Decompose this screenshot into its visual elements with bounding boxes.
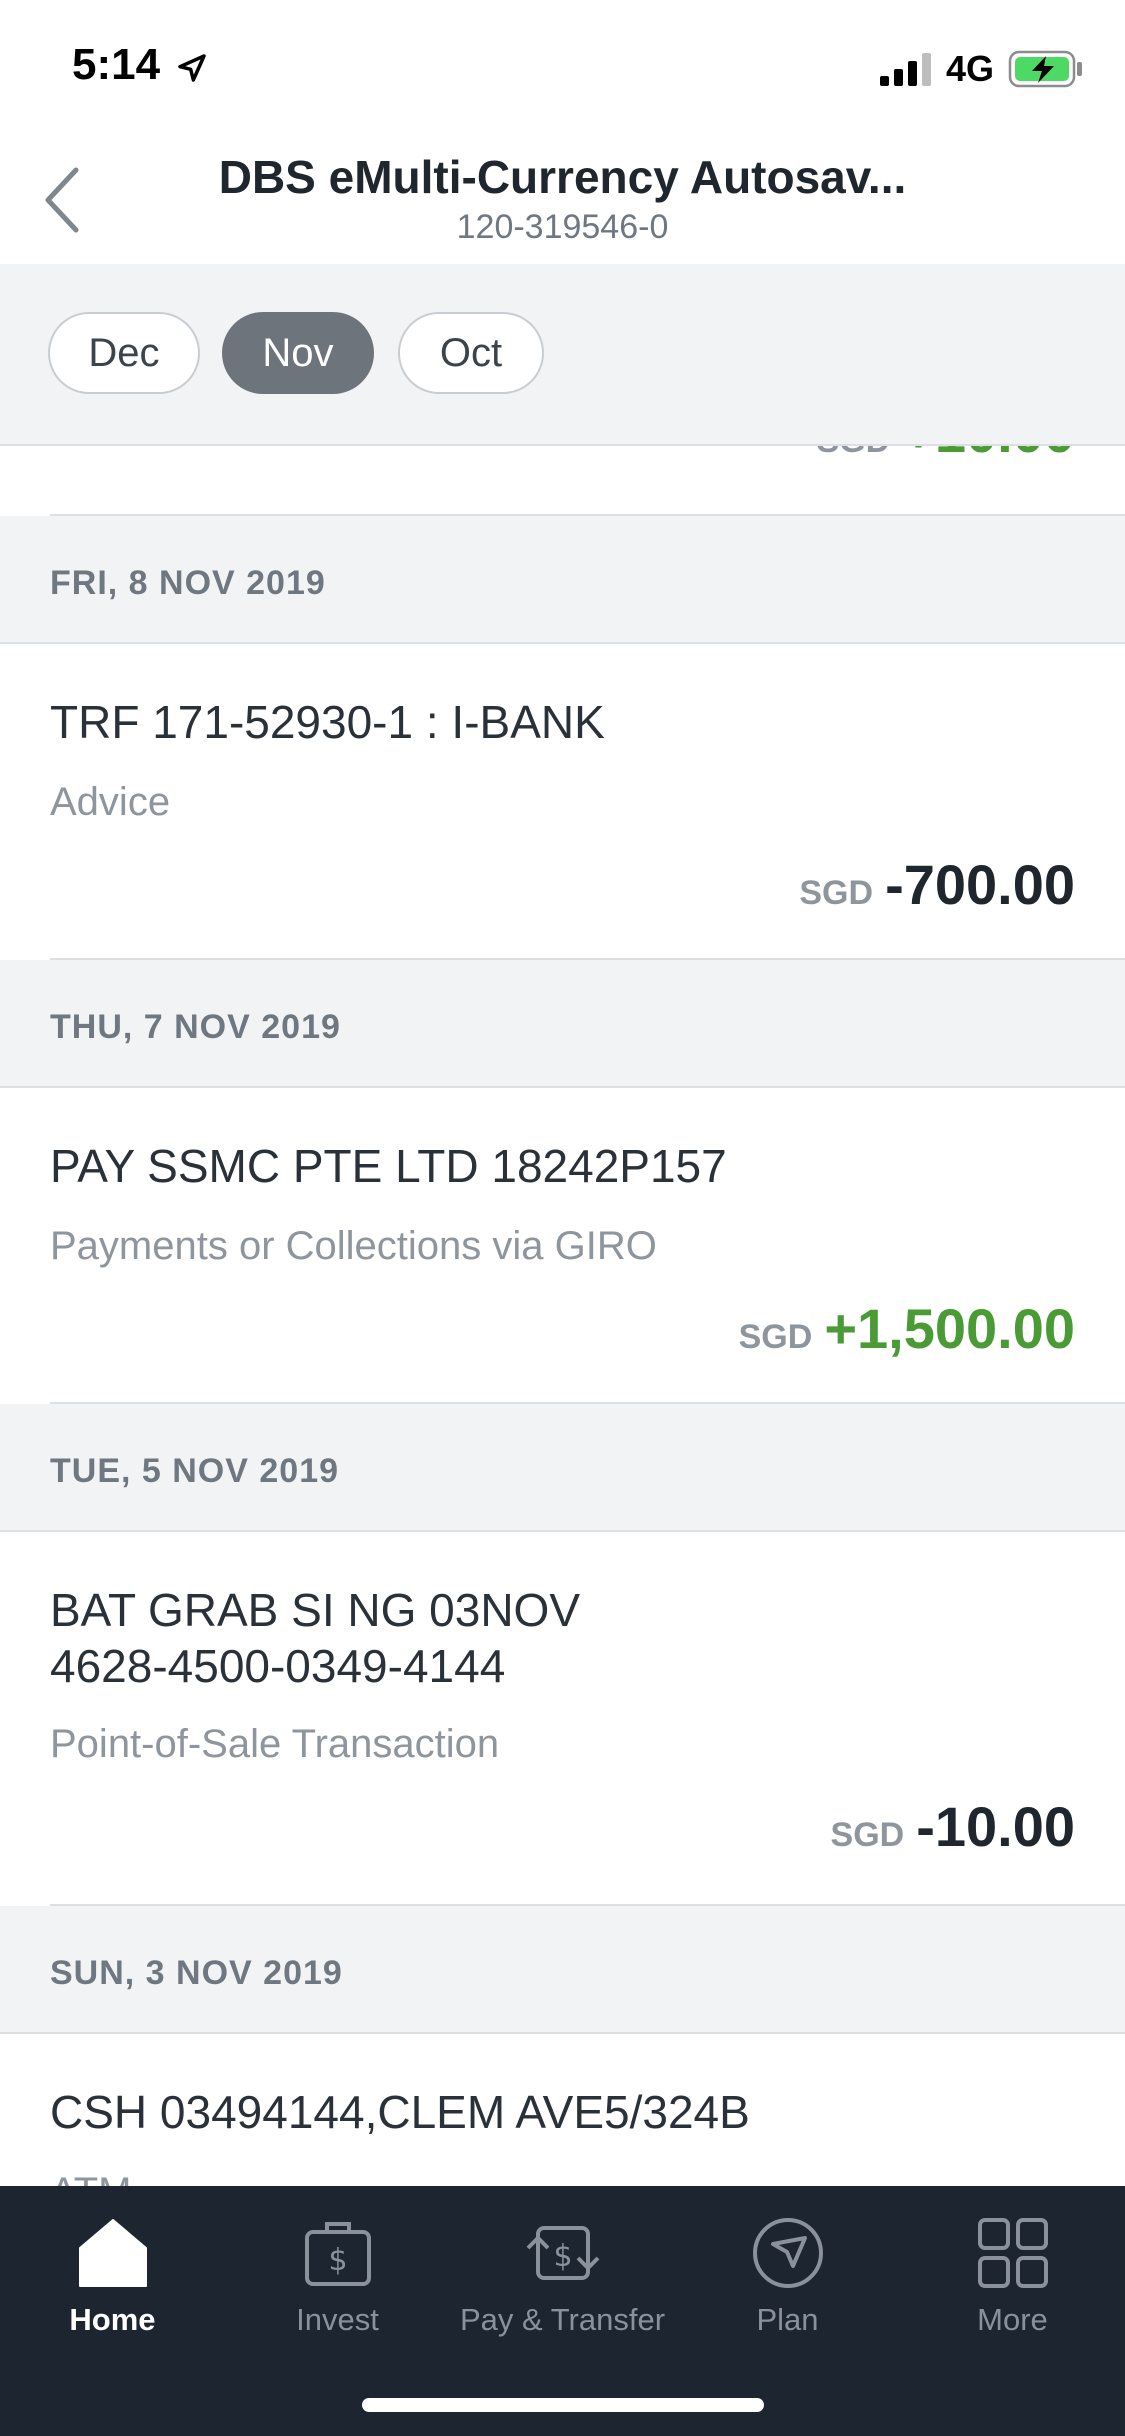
- tab-label: Pay & Transfer: [459, 2302, 666, 2337]
- month-chip-oct[interactable]: Oct: [398, 312, 544, 394]
- briefcase-dollar-icon: $: [304, 2222, 371, 2286]
- amount-value: -10.00: [916, 1795, 1075, 1858]
- transaction-description: PAY SSMC PTE LTD 18242P157: [50, 1140, 727, 1192]
- currency-label: SGD: [738, 1318, 813, 1356]
- month-chip-dec[interactable]: Dec: [48, 312, 200, 394]
- account-header: DBS eMulti-Currency Autosav... 120-31954…: [0, 132, 1125, 265]
- home-indicator[interactable]: [362, 2398, 764, 2412]
- tab-more[interactable]: More: [900, 2214, 1125, 2344]
- transaction-amount: SGD -10.00: [831, 1794, 1075, 1859]
- month-filter: Dec Nov Oct: [0, 264, 1125, 446]
- account-number: 120-319546-0: [456, 208, 669, 246]
- status-time: 5:14: [72, 40, 161, 89]
- tab-label: Plan: [756, 2302, 819, 2337]
- tab-label: Invest: [296, 2302, 379, 2337]
- currency-label: SGD: [799, 874, 874, 912]
- date-header: TUE, 5 NOV 2019: [0, 1404, 1125, 1532]
- date-header: THU, 7 NOV 2019: [0, 960, 1125, 1088]
- date-label: SUN, 3 NOV 2019: [50, 1954, 343, 1992]
- svg-text:$: $: [328, 2243, 347, 2278]
- transaction-amount: SGD -700.00: [799, 852, 1075, 917]
- transaction-type: Advice: [50, 780, 171, 824]
- month-chip-nov[interactable]: Nov: [222, 312, 374, 394]
- transaction-item[interactable]: TRF 171-52930-1 : I-BANK Advice SGD -700.…: [0, 644, 1125, 960]
- date-label: THU, 7 NOV 2019: [50, 1008, 341, 1046]
- transaction-amount: SGD +1,500.00: [739, 1296, 1075, 1361]
- currency-label: SGD: [830, 1816, 905, 1854]
- date-label: FRI, 8 NOV 2019: [50, 564, 326, 602]
- transaction-description: TRF 171-52930-1 : I-BANK: [50, 696, 605, 748]
- transaction-type: Point-of-Sale Transaction: [50, 1722, 500, 1766]
- transaction-item[interactable]: BAT GRAB SI NG 03NOV 4628-4500-0349-4144…: [0, 1532, 1125, 1906]
- transaction-description-line: BAT GRAB SI NG 03NOV: [50, 1584, 581, 1636]
- tab-home[interactable]: Home: [0, 2214, 225, 2344]
- amount-value: -700.00: [885, 853, 1075, 916]
- transaction-type: ATM: [50, 2170, 131, 2186]
- transaction-item[interactable]: SGD +10.00: [0, 446, 1125, 516]
- transaction-amount: SGD +10.00: [816, 446, 1075, 465]
- tab-label: Home: [69, 2302, 156, 2337]
- location-arrow-icon: [178, 54, 206, 82]
- tab-invest[interactable]: $ Invest: [225, 2214, 450, 2344]
- network-type: 4G: [946, 48, 995, 89]
- tab-pay-transfer[interactable]: $ Pay & Transfer: [450, 2214, 675, 2344]
- currency-label: SGD: [816, 446, 890, 460]
- grid-icon: [977, 2218, 1048, 2288]
- back-chevron-icon[interactable]: [40, 162, 88, 238]
- account-title: DBS eMulti-Currency Autosav...: [218, 151, 907, 203]
- transaction-item[interactable]: CSH 03494144,CLEM AVE5/324B ATM: [0, 2034, 1125, 2186]
- transaction-item[interactable]: PAY SSMC PTE LTD 18242P157 Payments or C…: [0, 1088, 1125, 1404]
- transaction-type: Payments or Collections via GIRO: [50, 1224, 657, 1268]
- tab-label: More: [977, 2302, 1048, 2337]
- status-bar: 5:14 4G: [0, 0, 1125, 132]
- transaction-description: CSH 03494144,CLEM AVE5/324B: [50, 2086, 750, 2138]
- date-header: SUN, 3 NOV 2019: [0, 1906, 1125, 2034]
- battery-charging-icon: [1008, 50, 1082, 88]
- cellular-signal-icon: [880, 53, 931, 86]
- transaction-list[interactable]: SGD +10.00 FRI, 8 NOV 2019 TRF 171-52930-…: [0, 446, 1125, 2186]
- transaction-description-line: 4628-4500-0349-4144: [50, 1640, 506, 1692]
- date-header: FRI, 8 NOV 2019: [0, 516, 1125, 644]
- transaction-description: BAT GRAB SI NG 03NOV 4628-4500-0349-4144: [50, 1582, 1075, 1694]
- amount-value: +1,500.00: [824, 1297, 1075, 1360]
- transfer-dollar-icon: $: [526, 2226, 599, 2280]
- tab-plan[interactable]: Plan: [675, 2214, 900, 2344]
- home-icon: [78, 2219, 147, 2287]
- compass-icon: [752, 2218, 823, 2288]
- svg-text:$: $: [553, 2239, 572, 2274]
- amount-value: +10.00: [902, 446, 1075, 464]
- date-label: TUE, 5 NOV 2019: [50, 1452, 340, 1490]
